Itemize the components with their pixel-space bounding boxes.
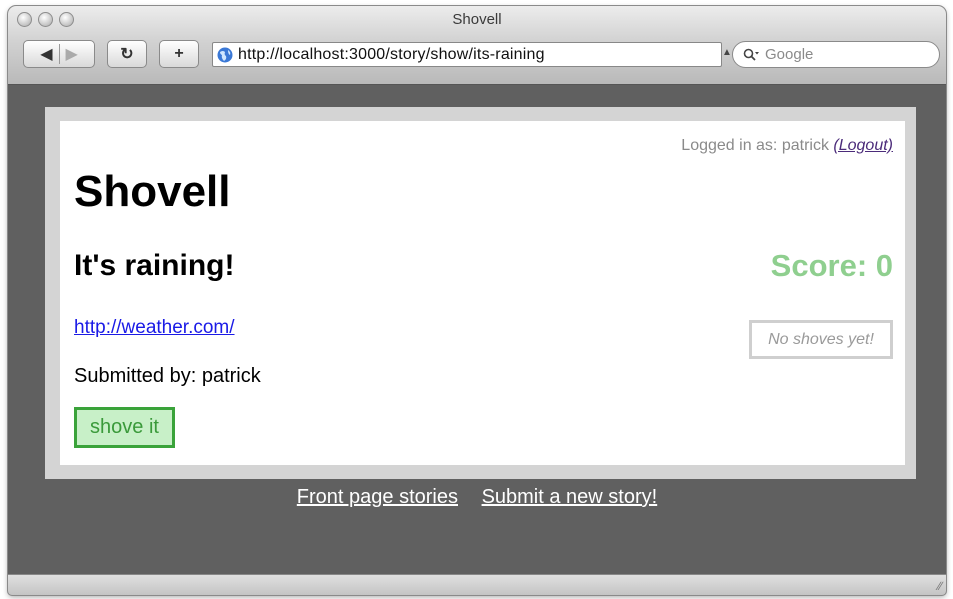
- status-bar: ∕∕: [8, 574, 946, 595]
- search-icon: [743, 48, 759, 62]
- reload-button[interactable]: ↻: [107, 40, 147, 68]
- url-text: http://localhost:3000/story/show/its-rai…: [238, 45, 545, 63]
- title-bar: Shovell ◀ ▶ ↻ + http://localhost:3000/st…: [8, 6, 946, 85]
- globe-icon: [217, 47, 233, 62]
- add-bookmark-button[interactable]: +: [159, 40, 199, 68]
- front-page-link[interactable]: Front page stories: [297, 486, 458, 508]
- shoves-box: No shoves yet!: [749, 320, 893, 359]
- back-forward-control: ◀ ▶: [23, 40, 95, 68]
- browser-window: Shovell ◀ ▶ ↻ + http://localhost:3000/st…: [8, 6, 946, 595]
- url-history-chevron-icon[interactable]: ▲: [722, 47, 732, 58]
- story-link[interactable]: http://weather.com/: [74, 317, 235, 339]
- story-title: It's raining!: [74, 249, 235, 282]
- search-placeholder: Google: [765, 46, 814, 63]
- submit-story-link[interactable]: Submit a new story!: [482, 486, 658, 508]
- site-title: Shovell: [74, 167, 231, 216]
- story-card: Logged in as: patrick (Logout) Shovell I…: [60, 121, 905, 465]
- address-bar[interactable]: http://localhost:3000/story/show/its-rai…: [212, 42, 722, 67]
- submitted-by: Submitted by: patrick: [74, 365, 261, 387]
- search-field[interactable]: Google: [732, 41, 940, 68]
- shove-it-button[interactable]: shove it: [74, 407, 175, 448]
- footer-nav: Front page stories Submit a new story!: [8, 486, 946, 509]
- resize-grip-icon[interactable]: ∕∕: [938, 579, 942, 593]
- reload-icon: ↻: [120, 46, 134, 63]
- window-title: Shovell: [452, 11, 502, 28]
- logout-link[interactable]: (Logout): [833, 137, 893, 154]
- plus-icon: +: [174, 45, 184, 62]
- login-text: Logged in as: patrick: [681, 137, 829, 154]
- score-display: Score: 0: [770, 248, 893, 283]
- back-arrow-icon[interactable]: ◀: [40, 44, 52, 64]
- forward-arrow-icon[interactable]: ▶: [66, 44, 78, 64]
- login-status: Logged in as: patrick (Logout): [681, 137, 893, 155]
